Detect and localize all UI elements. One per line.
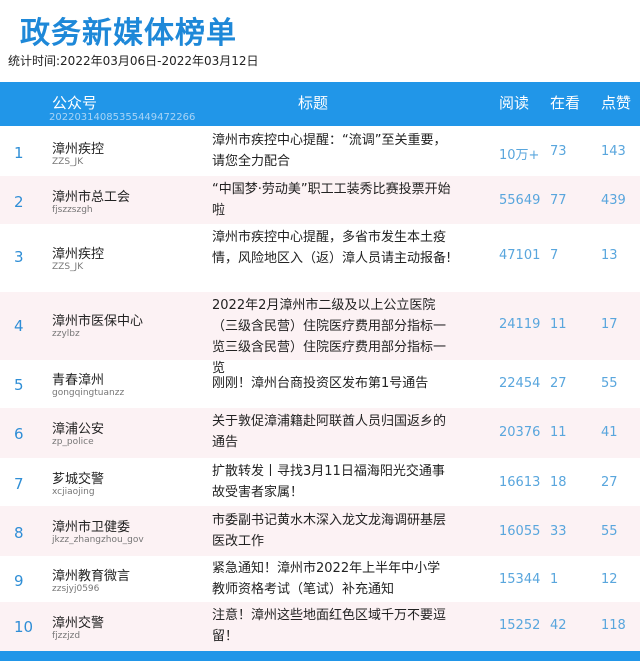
- account-id: fjszzszgh: [52, 205, 93, 215]
- rank: 2: [14, 193, 24, 211]
- read-count: 24119: [499, 317, 541, 332]
- rank: 4: [14, 317, 24, 335]
- read-count: 20376: [499, 425, 541, 440]
- like-count: 55: [601, 376, 618, 391]
- watch-count: 1: [550, 572, 559, 587]
- header-subtext: 20220314085355449472266: [49, 112, 196, 123]
- like-count: 41: [601, 425, 618, 440]
- account-id: ZZS_JK: [52, 157, 84, 167]
- account-name[interactable]: 芗城交警: [52, 468, 104, 487]
- like-count: 27: [601, 475, 618, 490]
- account-id: xcjiaojing: [52, 487, 95, 497]
- article-title[interactable]: “中国梦·劳动美”职工工装秀比赛投票开始啦: [212, 179, 452, 221]
- page-title: 政务新媒体榜单: [20, 16, 237, 51]
- article-title[interactable]: 注意！漳州这些地面红色区域千万不要逗留！: [212, 605, 452, 647]
- account-name[interactable]: 漳州疾控: [52, 138, 104, 157]
- watch-count: 73: [550, 144, 567, 159]
- stat-period: 统计时间:2022年03月06日-2022年03月12日: [8, 54, 259, 68]
- table-row[interactable]: 4 漳州市医保中心 zzylbz 2022年2月漳州市二级及以上公立医院（三级含…: [0, 292, 640, 376]
- like-count: 12: [601, 572, 618, 587]
- like-count: 17: [601, 317, 618, 332]
- table-row[interactable]: 2 漳州市总工会 fjszzszgh “中国梦·劳动美”职工工装秀比赛投票开始啦…: [0, 176, 640, 224]
- account-name[interactable]: 漳州交警: [52, 612, 104, 631]
- table-row[interactable]: 1 漳州疾控 ZZS_JK 漳州市疾控中心提醒：“流调”至关重要，请您全力配合 …: [0, 126, 640, 176]
- like-count: 55: [601, 524, 618, 539]
- header-account[interactable]: 公众号: [52, 92, 97, 113]
- like-count: 439: [601, 193, 626, 208]
- watch-count: 27: [550, 376, 567, 391]
- rank: 9: [14, 572, 24, 590]
- table-row[interactable]: 9 漳州教育微言 zzsjyj0596 紧急通知！漳州市2022年上半年中小学教…: [0, 556, 640, 602]
- read-count: 16613: [499, 475, 541, 490]
- read-count: 15344: [499, 572, 541, 587]
- account-name[interactable]: 漳州疾控: [52, 243, 104, 262]
- read-count: 10万+: [499, 148, 540, 163]
- article-title[interactable]: 关于敦促漳浦籍赴阿联酋人员归国返乡的通告: [212, 411, 452, 453]
- account-name[interactable]: 青春漳州: [52, 369, 104, 388]
- table-row[interactable]: 3 漳州疾控 ZZS_JK 漳州市疾控中心提醒，多省市发生本土疫情，风险地区入（…: [0, 224, 640, 292]
- read-count: 16055: [499, 524, 541, 539]
- watch-count: 42: [550, 618, 567, 633]
- table-row[interactable]: 7 芗城交警 xcjiaojing 扩散转发丨寻找3月11日福海阳光交通事故受害…: [0, 458, 640, 506]
- header-like[interactable]: 点赞: [601, 92, 631, 113]
- table-header: 公众号 标题 阅读 在看 点赞 20220314085355449472266: [0, 82, 640, 126]
- article-title[interactable]: 漳州市疾控中心提醒：“流调”至关重要，请您全力配合: [212, 130, 452, 172]
- watch-count: 7: [550, 248, 559, 263]
- account-id: ZZS_JK: [52, 262, 84, 272]
- read-count: 15252: [499, 618, 541, 633]
- account-id: gongqingtuanzz: [52, 388, 125, 398]
- rank: 3: [14, 248, 24, 266]
- rank: 5: [14, 376, 24, 394]
- account-name[interactable]: 漳州市总工会: [52, 186, 130, 205]
- like-count: 13: [601, 248, 618, 263]
- read-count: 55649: [499, 193, 541, 208]
- watch-count: 11: [550, 425, 567, 440]
- bottom-bar: [0, 651, 640, 661]
- watch-count: 11: [550, 317, 567, 332]
- rank: 7: [14, 475, 24, 493]
- account-name[interactable]: 漳州教育微言: [52, 565, 130, 584]
- table-row[interactable]: 8 漳州市卫健委 jkzz_zhangzhou_gov 市委副书记黄水木深入龙文…: [0, 506, 640, 556]
- account-name[interactable]: 漳州市卫健委: [52, 516, 130, 535]
- header-read[interactable]: 阅读: [499, 92, 529, 113]
- account-name[interactable]: 漳浦公安: [52, 418, 104, 437]
- account-id: jkzz_zhangzhou_gov: [52, 535, 144, 545]
- read-count: 22454: [499, 376, 541, 391]
- account-id: zzsjyj0596: [52, 584, 100, 594]
- article-title[interactable]: 刚刚！漳州台商投资区发布第1号通告: [212, 373, 452, 394]
- article-title[interactable]: 扩散转发丨寻找3月11日福海阳光交通事故受害者家属！: [212, 461, 452, 503]
- like-count: 118: [601, 618, 626, 633]
- header-title[interactable]: 标题: [298, 92, 328, 113]
- article-title[interactable]: 漳州市疾控中心提醒，多省市发生本土疫情，风险地区入（返）漳人员请主动报备!: [212, 227, 452, 269]
- article-title[interactable]: 紧急通知！漳州市2022年上半年中小学教师资格考试（笔试）补充通知: [212, 558, 452, 600]
- table-row[interactable]: 6 漳浦公安 zp_police 关于敦促漳浦籍赴阿联酋人员归国返乡的通告 20…: [0, 408, 640, 458]
- rank: 8: [14, 524, 24, 542]
- rank: 1: [14, 144, 24, 162]
- account-id: fjzzjzd: [52, 631, 81, 641]
- table-row[interactable]: 5 青春漳州 gongqingtuanzz 刚刚！漳州台商投资区发布第1号通告 …: [0, 360, 640, 408]
- account-id: zzylbz: [52, 329, 80, 339]
- account-name[interactable]: 漳州市医保中心: [52, 310, 143, 329]
- rank: 6: [14, 425, 24, 443]
- watch-count: 77: [550, 193, 567, 208]
- watch-count: 33: [550, 524, 567, 539]
- article-title[interactable]: 市委副书记黄水木深入龙文龙海调研基层医改工作: [212, 510, 452, 552]
- watch-count: 18: [550, 475, 567, 490]
- account-id: zp_police: [52, 437, 94, 447]
- like-count: 143: [601, 144, 626, 159]
- table-row[interactable]: 10 漳州交警 fjzzjzd 注意！漳州这些地面红色区域千万不要逗留！ 152…: [0, 602, 640, 651]
- rank: 10: [14, 618, 34, 636]
- header-watch[interactable]: 在看: [550, 92, 580, 113]
- read-count: 47101: [499, 248, 541, 263]
